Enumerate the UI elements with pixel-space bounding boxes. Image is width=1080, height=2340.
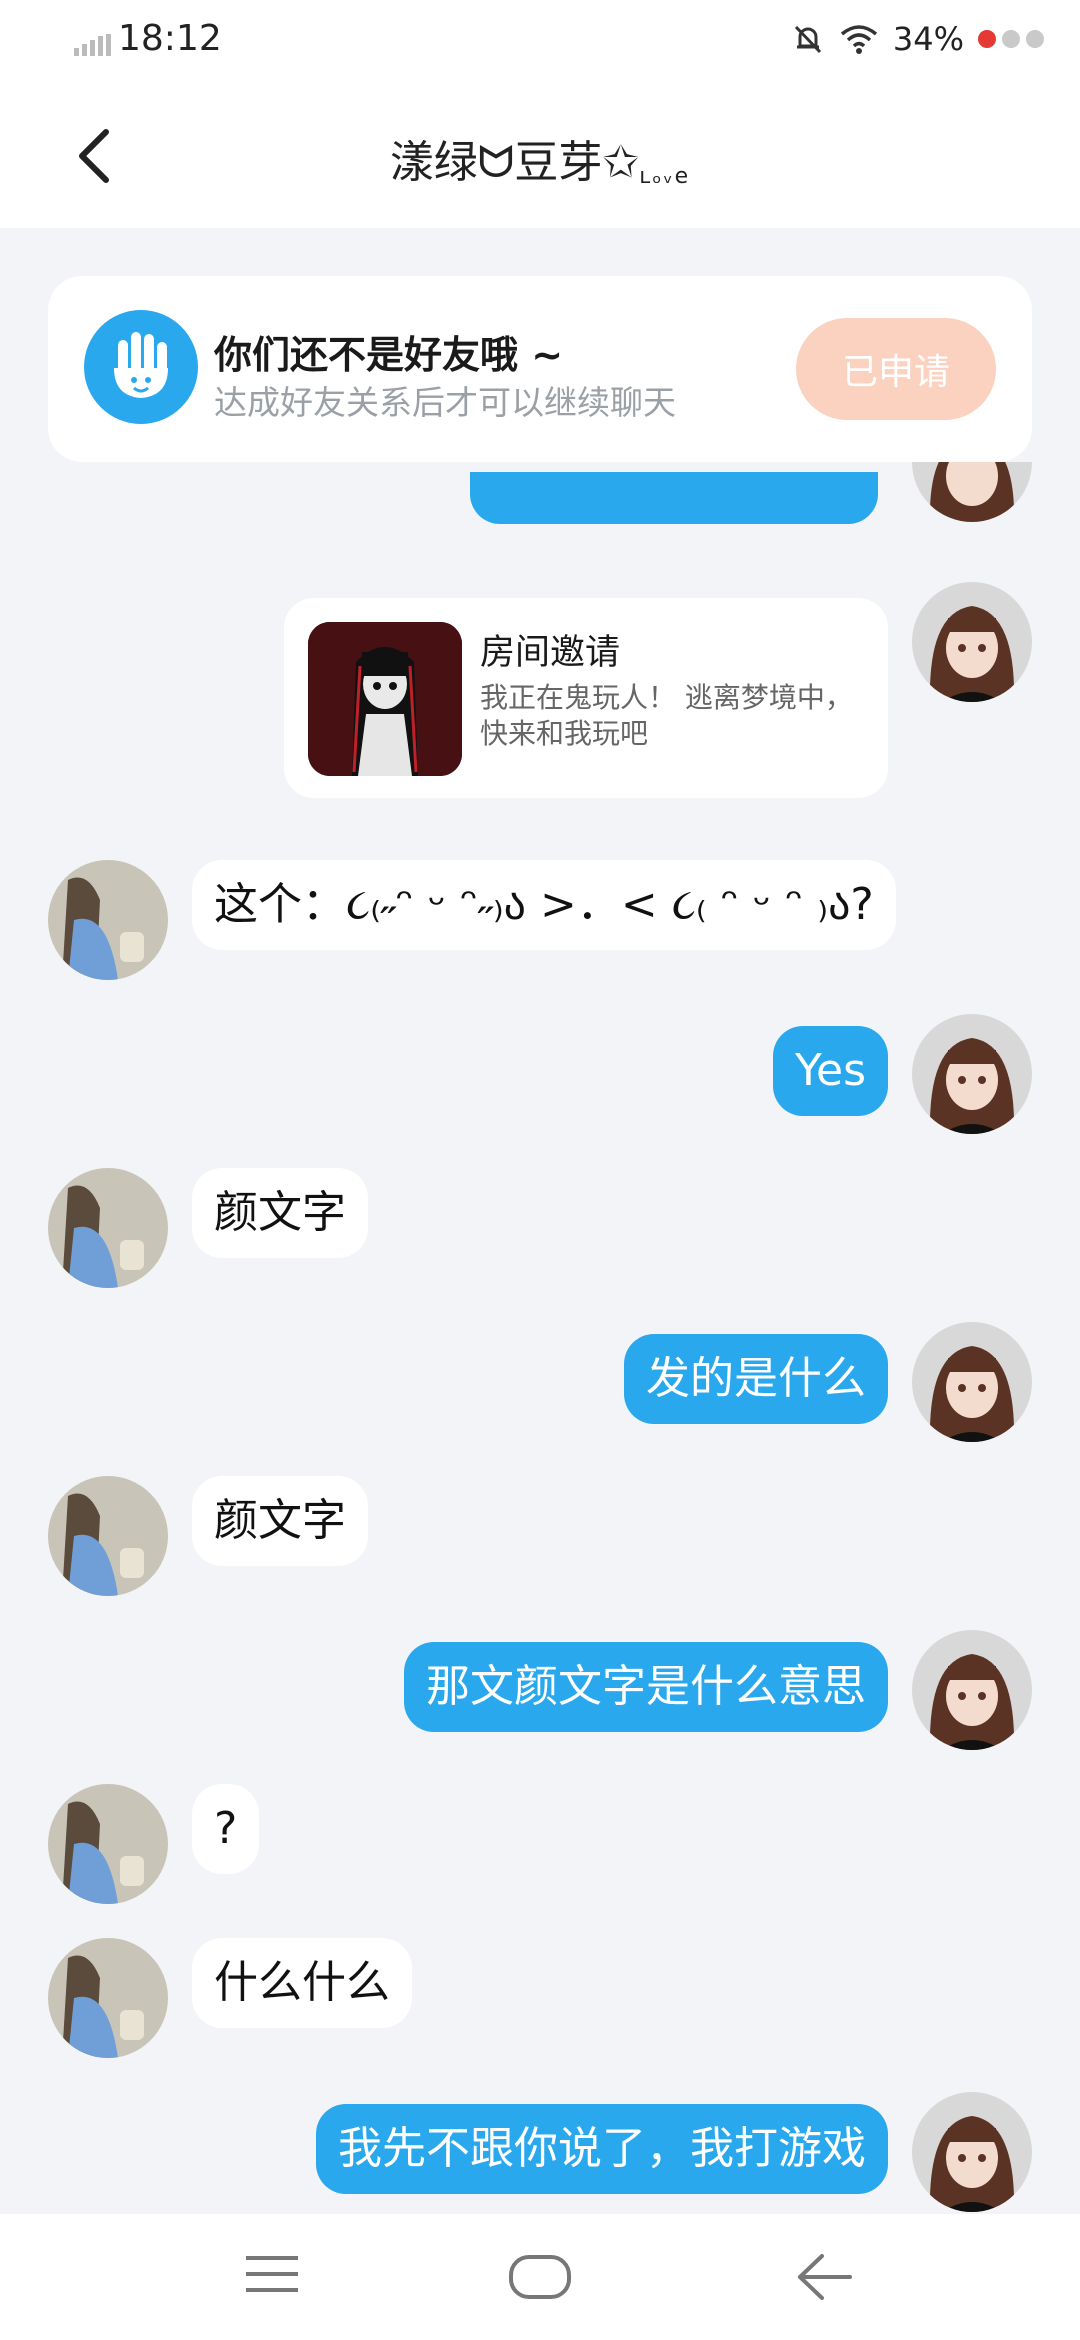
invite-description: 我正在鬼玩人！ 逃离梦境中，快来和我玩吧 bbox=[480, 681, 853, 750]
message-row-out: 那文颜文字是什么意思 bbox=[0, 1630, 1080, 1750]
signal-icon bbox=[74, 34, 111, 56]
avatar-contact[interactable] bbox=[48, 1476, 168, 1596]
game-thumbnail bbox=[308, 622, 462, 776]
status-time: 18:12 bbox=[118, 18, 222, 59]
message-bubble-out[interactable]: 那文颜文字是什么意思 bbox=[404, 1642, 888, 1732]
status-bar: 18:12 34% bbox=[0, 0, 1080, 84]
avatar-self[interactable] bbox=[912, 462, 1032, 522]
message-row-in: 颜文字 bbox=[0, 1168, 1080, 1288]
notice-title: 你们还不是好友哦 ~ bbox=[214, 333, 564, 377]
arrow-left-icon[interactable] bbox=[796, 2252, 852, 2302]
message-row-in: ? bbox=[0, 1784, 1080, 1904]
avatar-self[interactable] bbox=[912, 2092, 1032, 2212]
menu-lines-icon[interactable] bbox=[244, 2252, 300, 2296]
message-bubble-in[interactable]: 什么什么 bbox=[192, 1938, 412, 2028]
avatar-contact[interactable] bbox=[48, 1938, 168, 2058]
message-bubble-in[interactable]: ? bbox=[192, 1784, 260, 1874]
battery-percent: 34% bbox=[892, 20, 964, 58]
avatar-self[interactable] bbox=[912, 582, 1032, 702]
system-navigation-bar bbox=[0, 2214, 1080, 2340]
message-row-in: 颜文字 bbox=[0, 1476, 1080, 1596]
message-bubble-in[interactable]: 颜文字 bbox=[192, 1476, 368, 1566]
message-row-in: 这个：૮₍˶ᵔ ᵕ ᵔ˶₎ა >．< ૮₍ ᵔ ᵕ ᵔ ₎ა? bbox=[0, 860, 1080, 980]
room-invite-row: 房间邀请 我正在鬼玩人！ 逃离梦境中，快来和我玩吧 bbox=[0, 582, 1080, 798]
avatar-self[interactable] bbox=[912, 1014, 1032, 1134]
invite-title: 房间邀请 bbox=[480, 633, 621, 673]
avatar-contact[interactable] bbox=[48, 1784, 168, 1904]
chat-messages: 房间邀请 我正在鬼玩人！ 逃离梦境中，快来和我玩吧 这个：૮₍˶ᵔ ᵕ ᵔ˶₎ა… bbox=[0, 462, 1080, 2212]
friend-notice-card: 你们还不是好友哦 ~ 达成好友关系后才可以继续聊天 已申请 bbox=[48, 276, 1032, 462]
mute-bell-icon bbox=[794, 25, 821, 54]
page-title: 漾绿ᗢ豆芽✩ʟₒᵥe bbox=[0, 126, 1080, 190]
title-suffix: ʟₒᵥe bbox=[639, 164, 691, 189]
message-row-out: 我先不跟你说了，我打游戏 bbox=[0, 2092, 1080, 2212]
avatar-self[interactable] bbox=[912, 1322, 1032, 1442]
applied-button[interactable]: 已申请 bbox=[796, 318, 996, 420]
notice-subtitle: 达成好友关系后才可以继续聊天 bbox=[214, 383, 676, 422]
partial-message-bubble bbox=[470, 472, 878, 524]
chat-header: 漾绿ᗢ豆芽✩ʟₒᵥe bbox=[0, 84, 1080, 228]
wifi-icon bbox=[840, 25, 877, 54]
waving-hand-icon bbox=[84, 310, 198, 424]
message-bubble-in[interactable]: 这个：૮₍˶ᵔ ᵕ ᵔ˶₎ა >．< ૮₍ ᵔ ᵕ ᵔ ₎ა? bbox=[192, 860, 896, 950]
room-invite-card[interactable]: 房间邀请 我正在鬼玩人！ 逃离梦境中，快来和我玩吧 bbox=[284, 598, 888, 798]
contact-name: 漾绿ᗢ豆芽✩ bbox=[389, 137, 640, 188]
message-row-in: 什么什么 bbox=[0, 1938, 1080, 2058]
battery-dots-icon bbox=[978, 30, 1044, 48]
avatar-self[interactable] bbox=[912, 1630, 1032, 1750]
message-row-out: 发的是什么 bbox=[0, 1322, 1080, 1442]
message-row-out: Yes bbox=[0, 1014, 1080, 1134]
message-bubble-out[interactable]: 发的是什么 bbox=[624, 1334, 888, 1424]
message-bubble-out[interactable]: 我先不跟你说了，我打游戏 bbox=[316, 2104, 888, 2194]
home-rounded-rect-icon[interactable] bbox=[508, 2252, 572, 2302]
message-bubble-out[interactable]: Yes bbox=[772, 1026, 888, 1116]
avatar-contact[interactable] bbox=[48, 860, 168, 980]
avatar-contact[interactable] bbox=[48, 1168, 168, 1288]
message-bubble-in[interactable]: 颜文字 bbox=[192, 1168, 368, 1258]
